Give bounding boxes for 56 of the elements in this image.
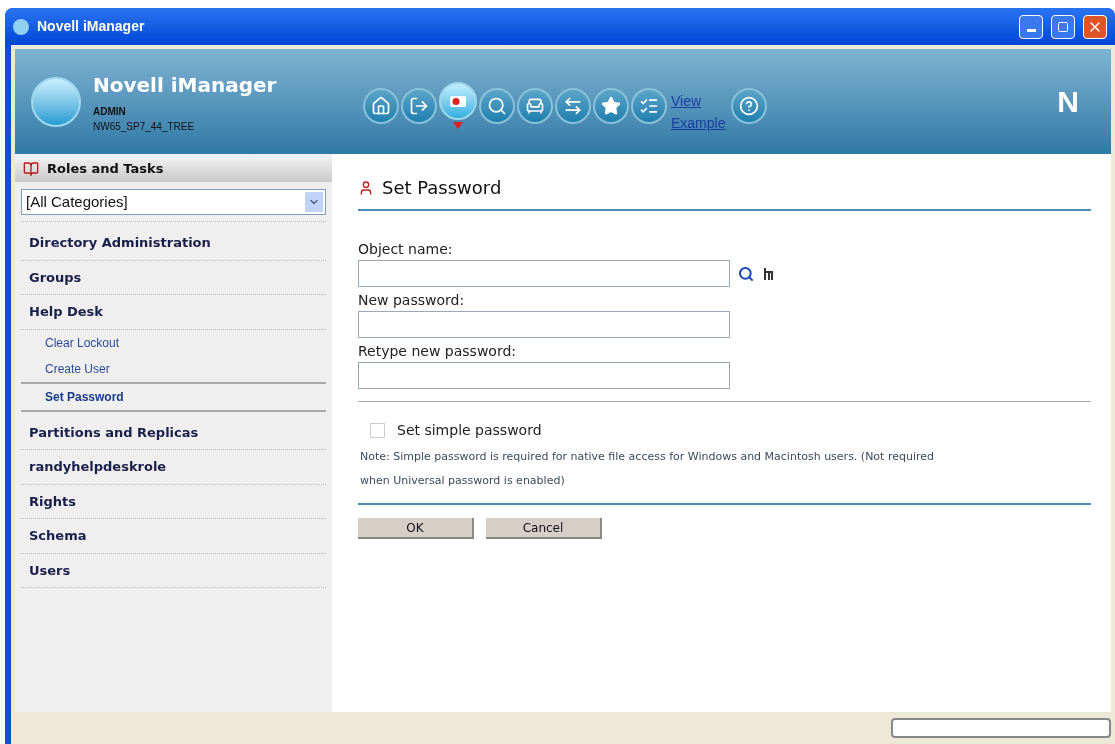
category-item[interactable]: Directory Administration [21,226,326,261]
checkbox-label: Set simple password [397,421,542,440]
field-label: Object name: [358,240,454,259]
category-item[interactable]: Help Desk [21,295,326,330]
help-icon [739,95,760,116]
toolbar-button[interactable] [479,87,515,124]
task-item[interactable]: Set Password [21,381,326,412]
user-name: ADMIN [93,104,127,119]
app-icon [13,18,29,35]
close-button[interactable] [1083,14,1107,39]
toolbar-button[interactable] [401,87,437,124]
text-field[interactable] [358,362,730,389]
category-item[interactable]: Schema [21,519,326,554]
tree-name: NW65_SP7_44_TREE [93,119,196,134]
product-name: Novell iManager [93,71,278,99]
maximize-icon [1057,20,1069,33]
toolbar-button[interactable] [631,87,667,124]
toolbar-button[interactable] [439,82,477,120]
selected-indicator [453,122,463,129]
category-item[interactable]: Users [21,553,326,588]
category-item[interactable]: Partitions and Replicas [21,415,326,450]
dialog-button[interactable]: Cancel [486,518,602,539]
text-field[interactable] [358,311,730,338]
toolbar-button[interactable] [555,87,591,124]
minimize-button[interactable] [1019,14,1043,39]
arrows-icon [563,95,583,116]
text-field[interactable] [358,260,730,287]
task-item[interactable]: Clear Lockout [21,329,326,356]
book-icon [23,161,39,177]
checkbox[interactable] [370,423,385,438]
toolbar-button[interactable] [517,87,553,124]
exit-icon [409,95,429,116]
dialog-button[interactable]: OK [358,518,474,539]
user-icon [358,179,374,196]
category-item[interactable]: Groups [21,260,326,295]
sidebar-title: Roles and Tasks [47,160,164,179]
field-label: New password: [358,291,466,310]
field-label: Retype new password: [358,342,517,361]
brand-letter: N [1057,84,1079,120]
page-title: Set Password [382,176,502,200]
home-icon [371,95,391,116]
search-icon [487,95,507,116]
star-icon [601,95,621,116]
toolbar-button[interactable] [593,87,629,124]
category-item[interactable]: Rights [21,484,326,519]
help-button[interactable] [731,87,768,124]
category-item[interactable]: randyhelpdeskrole [21,450,326,485]
minimize-icon [1026,29,1036,32]
logo-icon [31,76,81,127]
note-text: Note: Simple password is required for native file access for Windows and Macintosh users. (Not required when Universal password is enabled) [360,449,935,489]
category-select[interactable]: [All Categories] [21,189,326,215]
window-title: Novell iManager [37,17,146,36]
task-item[interactable]: Create User [21,355,326,382]
maximize-button[interactable] [1051,14,1075,39]
search-icon[interactable] [738,265,754,282]
toolbar-button[interactable] [363,87,399,124]
